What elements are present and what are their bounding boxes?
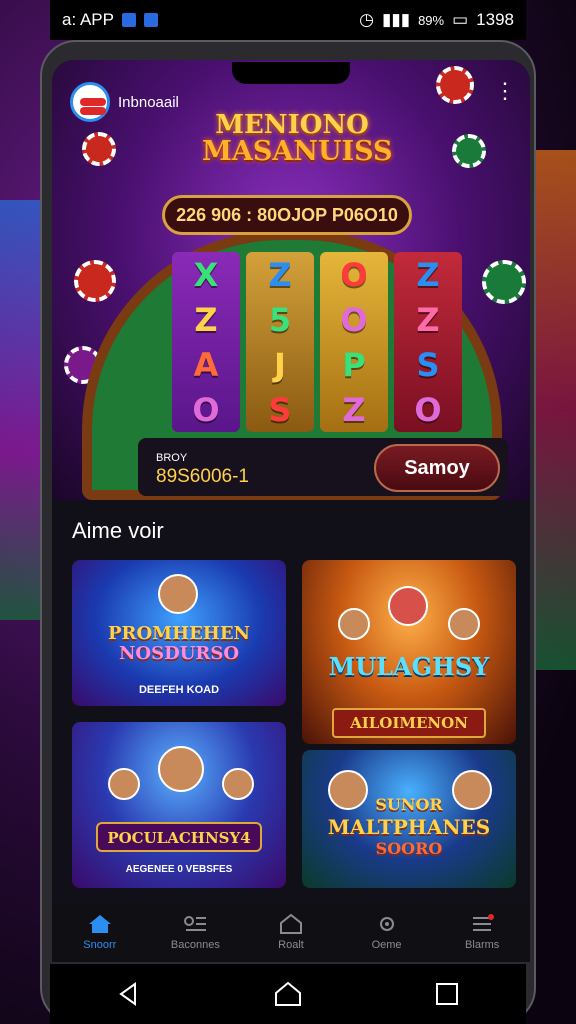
reel-2: Z 5 J S xyxy=(246,252,314,432)
recents-button[interactable] xyxy=(427,974,467,1014)
home-icon xyxy=(88,915,111,933)
reel-symbol: Z xyxy=(194,300,218,339)
status-bar: a: APP ◷ ▮▮▮ 89% ▭ 1398 xyxy=(50,0,526,40)
battery-icon: ▭ xyxy=(452,10,469,29)
logo-icon xyxy=(70,82,110,122)
nav-item-house[interactable]: Roalt xyxy=(251,913,331,951)
reel-symbol: Z xyxy=(416,300,440,339)
hero-slot-game[interactable]: Inbnoaail ⋮ MENIONO MASANUISS 226 906 : … xyxy=(52,60,530,500)
reel-symbol: X xyxy=(193,255,219,294)
character-avatar xyxy=(158,574,198,614)
character-avatar xyxy=(388,586,428,626)
nav-label: Roalt xyxy=(278,939,304,951)
reel-symbol: S xyxy=(268,390,292,429)
poker-chip-icon xyxy=(74,260,116,302)
list-icon xyxy=(184,916,207,931)
game-card-title-line1: SUNOR xyxy=(375,795,443,814)
slot-title-line2: MASANUISS xyxy=(202,136,393,167)
character-avatar xyxy=(108,768,140,800)
game-card[interactable]: PROMHEHEN NOSDURSO DEEFEH KOAD xyxy=(72,560,286,706)
reel-symbol: O xyxy=(192,390,220,429)
game-card-caption: DEEFEH KOAD xyxy=(138,684,220,696)
bet-value: 89S6006-1 xyxy=(156,466,249,487)
settings-gear-icon xyxy=(379,917,394,931)
spin-button[interactable]: Samoy xyxy=(374,444,500,492)
reel-symbol: Z xyxy=(268,255,292,294)
character-avatar xyxy=(338,608,370,640)
more-options-icon[interactable]: ⋮ xyxy=(494,80,516,102)
game-card-title-line2: NOSDURSO xyxy=(118,643,240,664)
recents-icon xyxy=(435,983,458,1005)
reel-4: Z Z S O xyxy=(394,252,462,432)
status-time: 1398 xyxy=(476,10,514,29)
reel-symbol: O xyxy=(340,255,368,294)
notification-icon xyxy=(121,13,136,27)
reel-symbol: 5 xyxy=(268,300,292,339)
nav-label: Snoorr xyxy=(83,939,117,951)
slot-reels: X Z A O Z 5 J S O O P Z Z Z S O xyxy=(172,252,462,432)
game-card-title-line3: SOORO xyxy=(375,839,443,858)
character-avatar xyxy=(448,608,480,640)
reel-symbol: A xyxy=(193,345,219,384)
nav-item-settings[interactable]: Oeme xyxy=(347,913,427,951)
game-card-caption: AEGENEE 0 VEBSFES xyxy=(125,864,233,875)
nav-label: Blarms xyxy=(465,939,500,951)
reel-symbol: O xyxy=(414,390,442,429)
back-button[interactable] xyxy=(109,974,149,1014)
status-app-text: a: APP xyxy=(62,10,114,29)
reel-1: X Z A O xyxy=(172,252,240,432)
system-nav-bar xyxy=(50,964,526,1024)
character-avatar xyxy=(222,768,254,800)
app-logo[interactable]: Inbnoaail xyxy=(70,82,179,122)
game-card[interactable]: POCULACHNSY4 AEGENEE 0 VEBSFES xyxy=(72,722,286,888)
jackpot-banner: 226 906 : 80OJOP P06O10 xyxy=(162,195,412,235)
home-button[interactable] xyxy=(268,974,308,1014)
signal-icon: ▮▮▮ xyxy=(382,10,411,29)
reel-symbol: J xyxy=(274,345,286,384)
slot-game-title: MENIONO MASANUISS xyxy=(202,110,393,169)
back-icon xyxy=(119,982,137,1006)
game-card-title-line1: PROMHEHEN xyxy=(107,623,250,644)
game-card[interactable]: SUNOR MALTPHANES SOORO xyxy=(302,750,516,888)
reel-symbol: Z xyxy=(416,255,440,294)
phone-notch xyxy=(232,62,350,84)
alarm-icon: ◷ xyxy=(359,10,374,29)
game-card-title-line2: MALTPHANES xyxy=(327,815,491,839)
reel-symbol: P xyxy=(342,345,366,384)
home-outline-icon xyxy=(274,981,301,1006)
nav-item-list[interactable]: Baconnes xyxy=(155,913,235,951)
reel-symbol: O xyxy=(340,300,368,339)
notification-icon xyxy=(143,13,158,27)
game-card-title: MULAGHSY xyxy=(328,652,490,681)
reel-3: O O P Z xyxy=(320,252,388,432)
app-screen: Inbnoaail ⋮ MENIONO MASANUISS 226 906 : … xyxy=(52,60,530,962)
game-card-title: SUNOR MALTPHANES SOORO xyxy=(302,794,516,860)
nav-item-home[interactable]: Snoorr xyxy=(60,913,140,951)
reel-symbol: S xyxy=(416,345,440,384)
game-card[interactable]: MULAGHSY AILOIMENON xyxy=(302,560,516,744)
bottom-nav: Snoorr Baconnes Roalt Oeme Blarms xyxy=(52,902,530,962)
poker-chip-icon xyxy=(82,132,116,166)
logo-text: Inbnoaail xyxy=(118,93,179,111)
menu-icon xyxy=(473,914,495,931)
bet-label: BROY xyxy=(156,452,188,464)
nav-label: Oeme xyxy=(371,939,402,951)
section-title: Aime voir xyxy=(72,518,164,543)
poker-chip-icon xyxy=(436,66,474,104)
nav-label: Baconnes xyxy=(170,939,220,951)
battery-percent: 89% xyxy=(418,12,445,28)
game-card-title: POCULACHNSY4 xyxy=(96,822,262,852)
house-outline-icon xyxy=(279,913,302,934)
game-card-caption: AILOIMENON xyxy=(332,708,486,738)
poker-chip-icon xyxy=(482,260,526,304)
character-avatar xyxy=(158,746,204,792)
game-card-title: PROMHEHEN NOSDURSO xyxy=(72,624,286,664)
poker-chip-icon xyxy=(452,134,486,168)
nav-item-menu[interactable]: Blarms xyxy=(442,913,522,951)
reel-symbol: Z xyxy=(342,390,366,429)
